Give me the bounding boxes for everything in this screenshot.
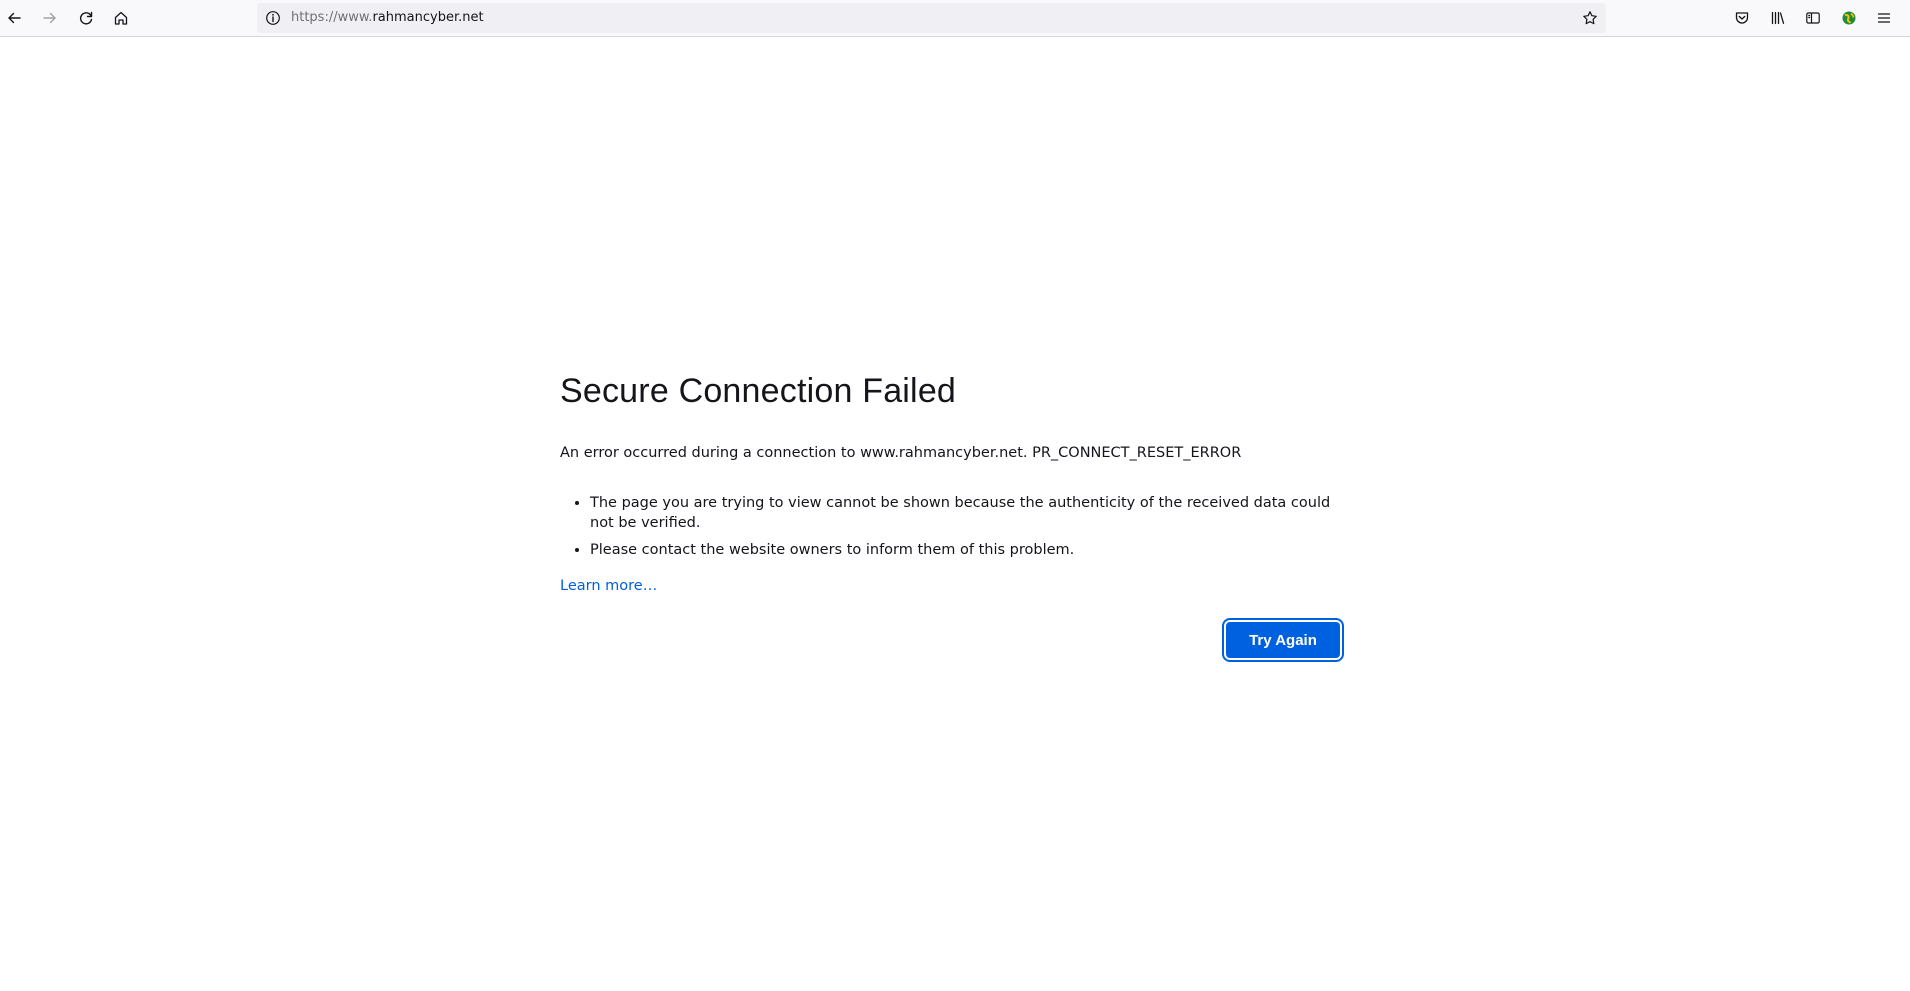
sidebar-icon — [1806, 12, 1820, 24]
home-button[interactable] — [107, 4, 135, 32]
back-button[interactable] — [0, 4, 28, 32]
browser-toolbar: https://www.rahmancyber.net — [0, 0, 1910, 37]
page-title: Secure Connection Failed — [560, 372, 957, 410]
learn-more-link[interactable]: Learn more… — [560, 576, 657, 596]
url-scheme: https://www. — [291, 10, 373, 25]
error-short-description: An error occurred during a connection to… — [560, 445, 1242, 461]
button-container: Try Again — [560, 618, 1344, 662]
star-icon — [1583, 11, 1597, 25]
extension-button[interactable] — [1835, 4, 1863, 32]
try-again-button[interactable]: Try Again — [1222, 618, 1344, 662]
url-host: rahmancyber.net — [372, 10, 484, 25]
library-button[interactable] — [1764, 4, 1792, 32]
forward-button[interactable] — [36, 4, 64, 32]
extension-globe-icon — [1842, 11, 1856, 25]
info-icon — [266, 11, 280, 25]
error-details-list: The page you are trying to view cannot b… — [560, 493, 1340, 560]
arrow-right-icon — [43, 12, 56, 24]
reload-icon — [79, 11, 93, 25]
url-text[interactable]: https://www.rahmancyber.net — [291, 3, 484, 33]
error-page-container: Secure Connection Failed An error occurr… — [560, 365, 1344, 662]
list-item: The page you are trying to view cannot b… — [590, 493, 1340, 533]
menu-icon — [1877, 13, 1891, 23]
pocket-icon — [1735, 12, 1749, 24]
url-bar[interactable]: https://www.rahmancyber.net — [257, 3, 1606, 33]
pocket-button[interactable] — [1728, 4, 1756, 32]
reload-button[interactable] — [72, 4, 100, 32]
app-menu-button[interactable] — [1870, 4, 1898, 32]
sidebar-button[interactable] — [1799, 4, 1827, 32]
library-icon — [1771, 11, 1785, 25]
arrow-left-icon — [8, 12, 21, 24]
list-item: Please contact the website owners to inf… — [590, 540, 1340, 560]
home-icon — [114, 11, 128, 25]
site-info-button[interactable] — [261, 6, 285, 30]
bookmark-button[interactable] — [1578, 6, 1602, 30]
